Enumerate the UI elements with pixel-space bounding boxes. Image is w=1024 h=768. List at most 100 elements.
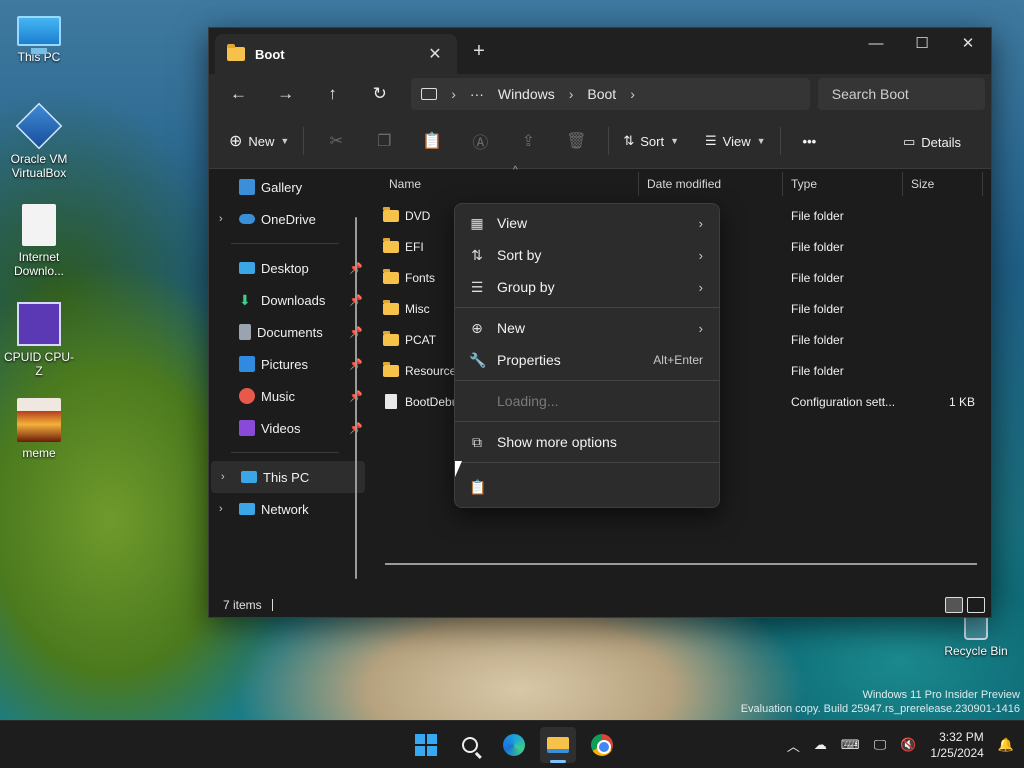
status-divider xyxy=(271,599,273,611)
view-button[interactable]: ☰ View ▼ xyxy=(699,125,772,157)
onedrive-offline-icon[interactable]: ☁ xyxy=(814,737,827,753)
close-tab-icon[interactable]: ✕ xyxy=(425,44,445,64)
menu-item-group-by[interactable]: ☰ Group by › xyxy=(455,271,719,303)
new-button-label: New xyxy=(248,133,275,149)
watermark-line-1: Windows 11 Pro Insider Preview xyxy=(862,689,1020,701)
chevron-right-icon[interactable]: › xyxy=(451,86,456,102)
menu-item-label: Show more options xyxy=(497,434,617,450)
volume-muted-icon[interactable]: 🔇 xyxy=(900,737,916,753)
nav-item-pictures[interactable]: Pictures 📌 xyxy=(209,348,367,380)
copy-icon[interactable]: ❐ xyxy=(360,125,408,157)
rename-icon[interactable]: Ⓐ xyxy=(456,125,504,157)
chevron-right-icon[interactable]: › xyxy=(219,213,233,225)
column-header-type[interactable]: Type xyxy=(783,171,903,196)
more-path-icon[interactable]: ··· xyxy=(470,86,484,102)
file-type: File folder xyxy=(791,301,844,316)
menu-item-show-more-options[interactable]: ⧉ Show more options xyxy=(455,426,719,458)
view-icon: ☰ xyxy=(705,133,717,148)
new-button[interactable]: ⊕ New ▼ xyxy=(223,125,295,157)
nav-item-music[interactable]: Music 📌 xyxy=(209,380,367,412)
taskbar-file-explorer-button[interactable] xyxy=(540,727,576,763)
keyboard-icon[interactable]: ⌨ xyxy=(841,737,860,753)
desktop-icon-this-pc[interactable]: This PC xyxy=(1,10,77,64)
chevron-right-icon: › xyxy=(698,215,703,231)
menu-item-properties[interactable]: 🔧 Properties Alt+Enter xyxy=(455,344,719,376)
item-count: 7 items xyxy=(223,598,262,612)
taskbar-chrome-button[interactable] xyxy=(584,727,620,763)
desktop-icon-recycle-bin[interactable]: Recycle Bin xyxy=(944,612,1008,658)
breadcrumb-windows[interactable]: Windows xyxy=(498,86,555,102)
forward-arrow-icon[interactable]: → xyxy=(262,78,309,110)
menu-item-label: Properties xyxy=(497,352,561,368)
details-button[interactable]: ▭ Details xyxy=(897,126,967,158)
breadcrumb-boot[interactable]: Boot xyxy=(587,86,616,102)
chevron-down-icon: ▼ xyxy=(756,136,766,146)
desktop-icon-cpuz[interactable]: CPUID CPU-Z xyxy=(1,302,77,378)
nav-item-downloads[interactable]: ⬇ Downloads 📌 xyxy=(209,284,367,316)
taskbar-search-button[interactable] xyxy=(452,727,488,763)
start-button[interactable] xyxy=(408,727,444,763)
up-arrow-icon[interactable]: ↑ xyxy=(309,78,356,110)
close-window-icon[interactable]: ✕ xyxy=(945,28,991,58)
nav-scrollbar[interactable] xyxy=(355,217,357,579)
cut-icon[interactable]: ✂ xyxy=(312,125,360,157)
column-header-size[interactable]: Size xyxy=(903,171,983,196)
taskbar-edge-button[interactable] xyxy=(496,727,532,763)
delete-icon[interactable]: 🗑 xyxy=(552,125,600,157)
tab-boot[interactable]: Boot ✕ xyxy=(215,34,457,74)
chevron-right-icon[interactable]: › xyxy=(630,86,635,102)
chevron-up-icon[interactable]: ︿ xyxy=(787,736,800,755)
file-type: File folder xyxy=(791,363,844,378)
folder-icon xyxy=(383,206,399,222)
pictures-icon xyxy=(239,356,255,372)
back-arrow-icon[interactable]: ← xyxy=(215,78,262,110)
monitor-icon xyxy=(421,88,438,100)
refresh-icon[interactable]: ↻ xyxy=(356,78,403,110)
paste-icon[interactable]: 📋 xyxy=(408,125,456,157)
nav-item-gallery[interactable]: Gallery xyxy=(209,171,367,203)
menu-item-label: Group by xyxy=(497,279,555,295)
menu-item-new[interactable]: ⊕ New › xyxy=(455,312,719,344)
menu-item-view[interactable]: ▦ View › xyxy=(455,207,719,239)
music-icon xyxy=(239,388,255,404)
horizontal-scrollbar[interactable] xyxy=(385,563,977,565)
chevron-right-icon[interactable]: › xyxy=(569,86,574,102)
nav-item-desktop[interactable]: Desktop 📌 xyxy=(209,252,367,284)
grid-icon: ▦ xyxy=(470,214,484,231)
clock[interactable]: 3:32 PM 1/25/2024 xyxy=(930,729,983,761)
tiles-view-icon[interactable] xyxy=(967,597,985,613)
desktop-icon-virtualbox[interactable]: Oracle VM VirtualBox xyxy=(1,102,77,180)
column-header-date[interactable]: Date modified xyxy=(639,171,783,196)
download-icon: ⬇ xyxy=(239,292,251,308)
share-icon[interactable]: ⇪ xyxy=(504,125,552,157)
address-bar[interactable]: › ··· Windows › Boot › xyxy=(411,78,810,110)
desktop-icon-internet-download[interactable]: Internet Downlo... xyxy=(1,204,77,278)
search-icon xyxy=(462,737,478,753)
nav-item-onedrive[interactable]: › OneDrive xyxy=(209,203,367,235)
taskbar: ︿ ☁ ⌨ 🖵 🔇 3:32 PM 1/25/2024 🔔 xyxy=(0,720,1024,768)
maximize-icon[interactable]: ☐ xyxy=(899,28,945,58)
sort-button[interactable]: ⇅ Sort ▼ xyxy=(617,125,685,157)
new-tab-button[interactable]: + xyxy=(467,40,491,63)
column-header-name[interactable]: Name xyxy=(367,171,639,196)
network-status-icon[interactable]: 🖵 xyxy=(874,737,887,753)
shortcut-label: Alt+Enter xyxy=(653,353,703,367)
nav-item-documents[interactable]: Documents 📌 xyxy=(209,316,367,348)
desktop-icon-meme[interactable]: meme xyxy=(1,398,77,460)
chevron-right-icon[interactable]: › xyxy=(219,503,233,515)
details-view-icon[interactable] xyxy=(945,597,963,613)
menu-paste-button[interactable]: 📋 xyxy=(455,467,719,507)
menu-item-sort-by[interactable]: ⇅ Sort by › xyxy=(455,239,719,271)
command-bar: ⊕ New ▼ ✂ ❐ 📋 Ⓐ ⇪ 🗑 ⇅ Sort ▼ ☰ View ▼ ••… xyxy=(209,114,991,169)
nav-item-network[interactable]: › Network xyxy=(209,493,367,525)
minimize-icon[interactable]: — xyxy=(853,28,899,58)
notification-bell-icon[interactable]: 🔔 xyxy=(998,737,1014,753)
chevron-right-icon[interactable]: › xyxy=(221,471,235,483)
plus-circle-icon: ⊕ xyxy=(229,133,243,150)
nav-item-this-pc[interactable]: › This PC xyxy=(211,461,365,493)
more-options-button[interactable]: ••• xyxy=(797,125,823,157)
menu-divider xyxy=(455,462,719,463)
search-input[interactable]: Search Boot xyxy=(817,78,985,110)
file-name: BootDebu xyxy=(405,394,459,409)
nav-item-videos[interactable]: Videos 📌 xyxy=(209,412,367,444)
